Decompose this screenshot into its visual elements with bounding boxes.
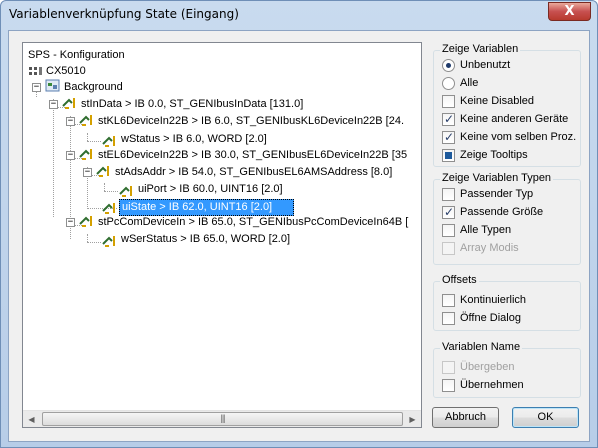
checkbox-unchecked-icon[interactable] xyxy=(442,294,455,307)
checkbox-disabled-icon xyxy=(442,242,455,255)
ok-button[interactable]: OK xyxy=(512,407,579,428)
close-button[interactable]: X xyxy=(548,2,591,21)
group-title: Zeige Variablen Typen xyxy=(440,172,554,184)
input-variable-icon xyxy=(102,136,115,147)
tree-node-wSerStatus[interactable]: wSerStatus > IB 65.0, WORD [2.0] xyxy=(119,231,292,248)
checkbox-unchecked-icon[interactable] xyxy=(442,379,455,392)
tree-node-stEL6DeviceIn22B[interactable]: stEL6DeviceIn22B > IB 30.0, ST_GENIbusEL… xyxy=(96,147,409,164)
checkbox-checked-icon[interactable] xyxy=(442,129,455,145)
checkbox-label: Übernehmen xyxy=(460,379,524,391)
checkbox-label: Alle Typen xyxy=(460,224,512,236)
plc-icon xyxy=(29,67,42,75)
checkbox-label: Passender Typ xyxy=(460,188,534,200)
input-variable-icon xyxy=(102,236,115,247)
scroll-right-icon[interactable]: ▶ xyxy=(404,411,421,428)
tree-node-wStatus[interactable]: wStatus > IB 6.0, WORD [2.0] xyxy=(119,131,269,148)
checkbox-label: Keine Disabled xyxy=(460,95,534,107)
tree-node-background[interactable]: Background xyxy=(62,79,125,96)
radio-checked-icon[interactable] xyxy=(442,59,455,72)
window-title: Variablenverknüpfung State (Eingang) xyxy=(9,7,239,21)
checkbox-unchecked-icon[interactable] xyxy=(442,224,455,237)
checkbox-label: Keine vom selben Proz. xyxy=(460,131,577,143)
group-offsets: Offsets Kontinuierlich Öffne Dialog xyxy=(433,274,581,331)
tree-node-uiPort[interactable]: uiPort > IB 60.0, UINT16 [2.0] xyxy=(136,181,285,198)
checkbox-label: Kontinuierlich xyxy=(460,294,527,306)
dialog-window: Variablenverknüpfung State (Eingang) X S… xyxy=(0,0,598,448)
checkbox-indeterminate-icon[interactable] xyxy=(442,149,455,162)
group-title: Zeige Variablen xyxy=(440,43,521,55)
input-variable-icon xyxy=(79,115,92,126)
checkbox-checked-icon[interactable] xyxy=(442,111,455,127)
radio-label: Alle xyxy=(460,77,479,89)
title-bar[interactable]: Variablenverknüpfung State (Eingang) X xyxy=(1,1,597,29)
checkbox-label: Öffne Dialog xyxy=(460,312,521,324)
checkbox-label: Passende Größe xyxy=(460,206,544,218)
input-variable-icon xyxy=(79,216,92,227)
checkbox-label: Zeige Tooltips xyxy=(460,149,528,161)
checkbox-label: Übergeben xyxy=(460,361,515,373)
collapse-icon[interactable]: − xyxy=(66,151,75,160)
scrollbar-thumb[interactable]: ||| xyxy=(42,412,403,426)
collapse-icon[interactable]: − xyxy=(32,83,41,92)
checkbox-disabled-icon xyxy=(442,361,455,374)
checkbox-label: Array Modis xyxy=(460,242,519,254)
tree-node-stInData[interactable]: stInData > IB 0.0, ST_GENIbusInData [131… xyxy=(79,96,305,113)
dialog-client-area: SPS - Konfiguration CX5010 − Background … xyxy=(8,30,590,442)
task-icon xyxy=(45,79,60,92)
group-show-types: Zeige Variablen Typen Passender Typ Pass… xyxy=(433,172,581,265)
variable-tree[interactable]: SPS - Konfiguration CX5010 − Background … xyxy=(22,42,422,428)
group-title: Offsets xyxy=(440,274,479,286)
horizontal-scrollbar[interactable]: ◀ ||| ▶ xyxy=(23,410,421,427)
collapse-icon[interactable]: − xyxy=(49,100,58,109)
input-variable-icon xyxy=(119,186,132,197)
checkbox-unchecked-icon[interactable] xyxy=(442,312,455,325)
tree-node-cx5010[interactable]: CX5010 xyxy=(44,63,88,80)
cancel-button[interactable]: Abbruch xyxy=(432,407,499,428)
scroll-left-icon[interactable]: ◀ xyxy=(23,411,40,428)
tree-node-stAdsAddr[interactable]: stAdsAddr > IB 54.0, ST_GENIbusEL6AMSAdd… xyxy=(113,164,394,181)
checkbox-label: Keine anderen Geräte xyxy=(460,113,569,125)
group-variable-name: Variablen Name Übergeben Übernehmen xyxy=(433,341,581,398)
checkbox-checked-icon[interactable] xyxy=(442,204,455,220)
radio-unchecked-icon[interactable] xyxy=(442,77,455,90)
radio-label: Unbenutzt xyxy=(460,59,511,71)
input-variable-icon xyxy=(102,203,115,214)
collapse-icon[interactable]: − xyxy=(83,168,92,177)
tree-content: SPS - Konfiguration CX5010 − Background … xyxy=(23,43,421,410)
checkbox-unchecked-icon[interactable] xyxy=(442,188,455,201)
checkbox-unchecked-icon[interactable] xyxy=(442,95,455,108)
collapse-icon[interactable]: − xyxy=(66,117,75,126)
tree-node-stPcComDeviceIn[interactable]: stPcComDeviceIn > IB 65.0, ST_GENIbusPcC… xyxy=(96,214,410,231)
group-title: Variablen Name xyxy=(440,341,523,353)
tree-node-root[interactable]: SPS - Konfiguration xyxy=(26,47,127,64)
input-variable-icon xyxy=(62,98,75,109)
tree-node-stKL6DeviceIn22B[interactable]: stKL6DeviceIn22B > IB 6.0, ST_GENIbusKL6… xyxy=(96,113,406,130)
input-variable-icon xyxy=(79,149,92,160)
collapse-icon[interactable]: − xyxy=(66,218,75,227)
input-variable-icon xyxy=(96,166,109,177)
group-show-variables: Zeige Variablen Unbenutzt Alle Keine Dis… xyxy=(433,43,581,167)
